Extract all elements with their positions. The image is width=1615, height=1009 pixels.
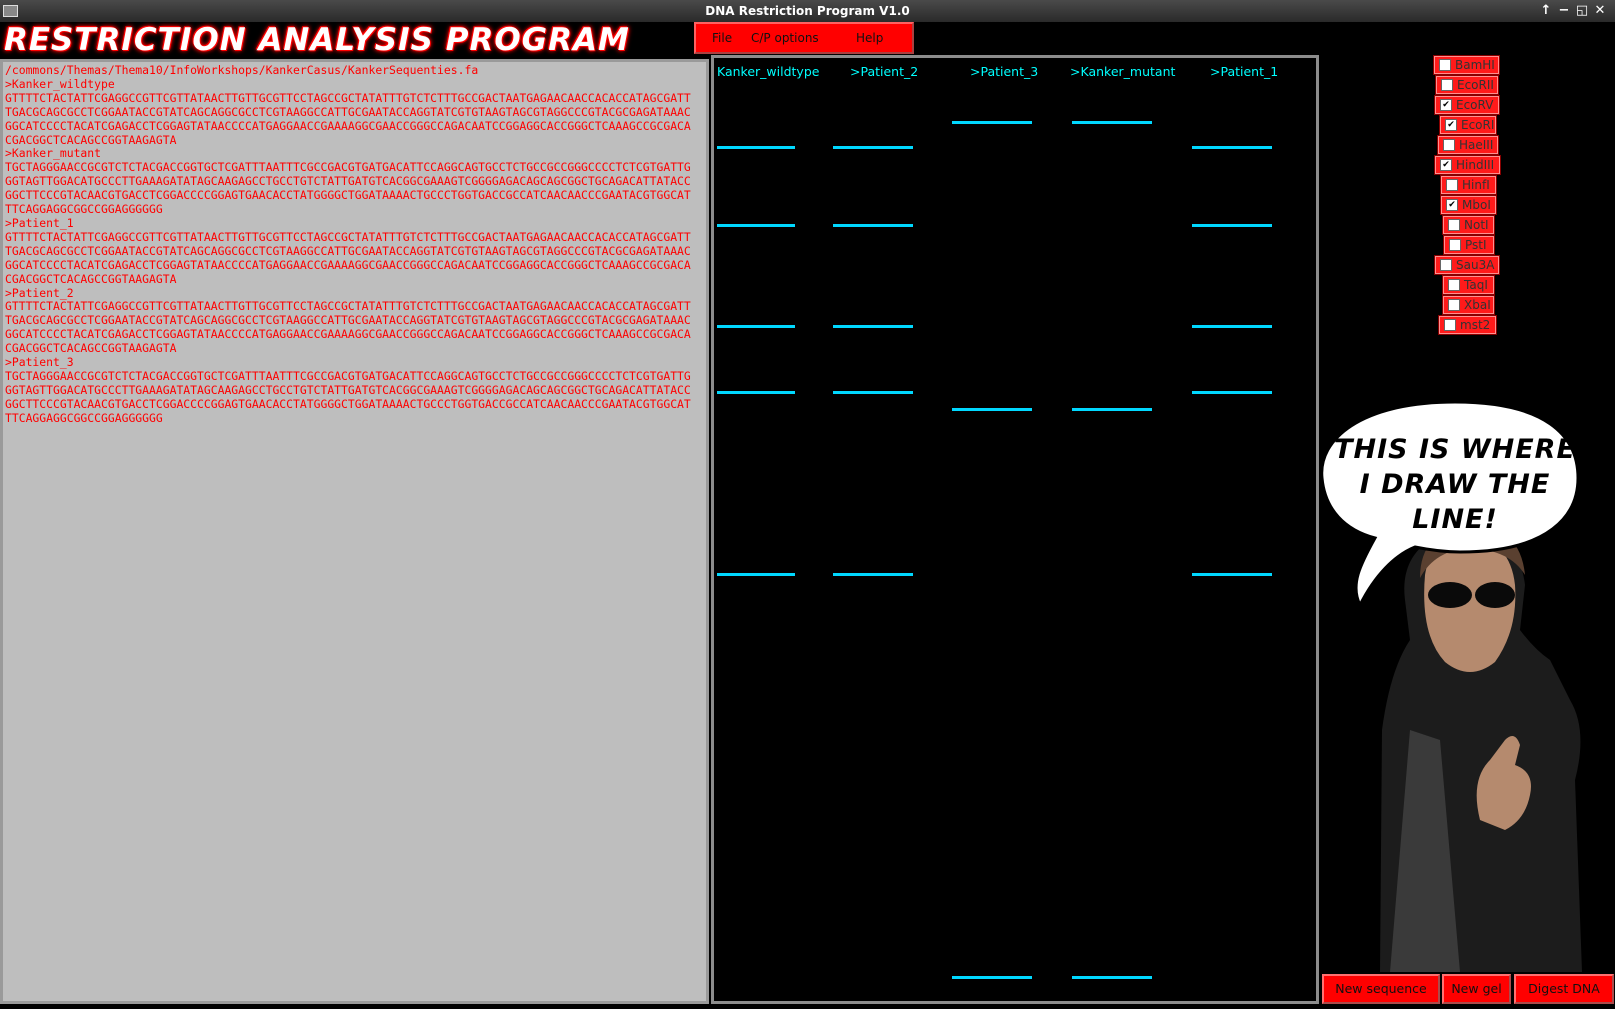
maximize-icon[interactable]: ◱ — [1574, 2, 1590, 19]
enzyme-label: HaeIII — [1459, 138, 1494, 152]
checkbox-box[interactable] — [1448, 279, 1460, 291]
checkbox-box[interactable] — [1440, 259, 1452, 271]
gel-band — [1072, 121, 1152, 124]
enzyme-checkbox-mboi[interactable]: ✔ MboI — [1441, 196, 1496, 214]
close-icon[interactable]: ✕ — [1592, 2, 1608, 19]
checkbox-box[interactable] — [1449, 239, 1461, 251]
lane-label-patient-1: >Patient_1 — [1210, 64, 1279, 79]
checkbox-box[interactable] — [1441, 79, 1453, 91]
checkbox-box[interactable] — [1446, 179, 1458, 191]
sunglasses-right — [1475, 582, 1515, 608]
checkbox-box[interactable]: ✔ — [1440, 159, 1452, 171]
gel-band — [717, 325, 795, 328]
enzyme-checkbox-hindiii[interactable]: ✔ HindIII — [1435, 156, 1500, 174]
sequence-text[interactable]: /commons/Themas/Thema10/InfoWorkshops/Ka… — [5, 64, 705, 426]
window-titlebar: DNA Restriction Program V1.0 ↑ − ◱ ✕ — [0, 0, 1615, 22]
checkbox-box[interactable]: ✔ — [1446, 199, 1458, 211]
checkbox-box[interactable] — [1443, 139, 1455, 151]
minimize-icon[interactable]: − — [1556, 2, 1572, 19]
gel-band — [1192, 224, 1272, 227]
new-sequence-button[interactable]: New sequence — [1322, 974, 1440, 1004]
gel-band — [717, 224, 795, 227]
gel-band — [952, 976, 1032, 979]
enzyme-label: XbaI — [1464, 298, 1491, 312]
enzyme-checkbox-hinfi[interactable]: HinfI — [1441, 176, 1496, 194]
lane-label-kanker-wildtype: Kanker_wildtype — [717, 64, 820, 79]
enzyme-label: BamHI — [1455, 58, 1495, 72]
enzyme-label: EcoRV — [1456, 98, 1494, 112]
enzyme-label: NotI — [1464, 218, 1489, 232]
enzyme-label: HindIII — [1456, 158, 1495, 172]
gel-canvas: Kanker_wildtype >Patient_2 >Patient_3 >K… — [711, 55, 1319, 1004]
window-title: DNA Restriction Program V1.0 — [705, 4, 910, 18]
sequence-text-area[interactable]: /commons/Themas/Thema10/InfoWorkshops/Ka… — [0, 59, 709, 1004]
checkbox-box[interactable] — [1448, 299, 1460, 311]
menu-bar: File C/P options Help — [694, 22, 914, 54]
gel-band — [833, 146, 913, 149]
speech-bubble-text: THIS IS WHERE I DRAW THE LINE! — [1334, 434, 1576, 535]
enzyme-label: EcoRII — [1457, 78, 1494, 92]
enzyme-checkbox-ecorii[interactable]: EcoRII — [1436, 76, 1498, 94]
gel-band — [717, 146, 795, 149]
gel-band — [1192, 325, 1272, 328]
gel-band — [833, 325, 913, 328]
checkbox-box[interactable] — [1439, 59, 1451, 71]
menu-cp-options[interactable]: C/P options — [751, 31, 819, 45]
gel-band — [1192, 146, 1272, 149]
enzyme-checkbox-noti[interactable]: NotI — [1443, 216, 1494, 234]
gel-band — [1192, 573, 1272, 576]
gel-band — [952, 408, 1032, 411]
enzyme-label: mst2 — [1460, 318, 1491, 332]
checkbox-box[interactable]: ✔ — [1445, 119, 1457, 131]
enzyme-checkbox-ecori[interactable]: ✔ EcoRI — [1440, 116, 1496, 134]
gel-band — [717, 573, 795, 576]
gel-band — [717, 391, 795, 394]
enzyme-label: Sau3A — [1456, 258, 1495, 272]
enzyme-checkbox-sau3a[interactable]: Sau3A — [1435, 256, 1499, 274]
enzyme-label: EcoRI — [1461, 118, 1495, 132]
gel-band — [833, 573, 913, 576]
gel-band — [833, 391, 913, 394]
enzyme-label: MboI — [1462, 198, 1491, 212]
enzyme-checkbox-haeiii[interactable]: HaeIII — [1438, 136, 1498, 154]
enzyme-checkbox-bamhi[interactable]: BamHI — [1434, 56, 1499, 74]
app-title: RESTRICTION ANALYSIS PROGRAM — [4, 22, 630, 58]
checkbox-box[interactable]: ✔ — [1440, 99, 1452, 111]
enzyme-checkbox-ecorv[interactable]: ✔ EcoRV — [1435, 96, 1499, 114]
gel-band — [833, 224, 913, 227]
gel-band — [1192, 391, 1272, 394]
enzyme-checkbox-mst2[interactable]: mst2 — [1439, 316, 1496, 334]
lane-label-patient-2: >Patient_2 — [850, 64, 919, 79]
enzyme-label: PstI — [1465, 238, 1487, 252]
checkbox-box[interactable] — [1448, 219, 1460, 231]
arrow-up-icon[interactable]: ↑ — [1538, 2, 1554, 19]
lane-label-patient-3: >Patient_3 — [970, 64, 1039, 79]
lane-label-kanker-mutant: >Kanker_mutant — [1070, 64, 1176, 79]
new-gel-button[interactable]: New gel — [1442, 974, 1511, 1004]
menu-file[interactable]: File — [712, 31, 732, 45]
checkbox-box[interactable] — [1444, 319, 1456, 331]
menu-help[interactable]: Help — [856, 31, 883, 45]
enzyme-checkbox-taqi[interactable]: TaqI — [1443, 276, 1494, 294]
enzyme-checkbox-xbai[interactable]: XbaI — [1443, 296, 1494, 314]
enzyme-label: TaqI — [1464, 278, 1488, 292]
sunglasses-left — [1428, 582, 1472, 608]
digest-dna-button[interactable]: Digest DNA — [1514, 974, 1614, 1004]
gel-band — [1072, 976, 1152, 979]
gel-band — [1072, 408, 1152, 411]
enzyme-label: HinfI — [1462, 178, 1490, 192]
gel-band — [952, 121, 1032, 124]
enzyme-checkbox-psti[interactable]: PstI — [1444, 236, 1494, 254]
